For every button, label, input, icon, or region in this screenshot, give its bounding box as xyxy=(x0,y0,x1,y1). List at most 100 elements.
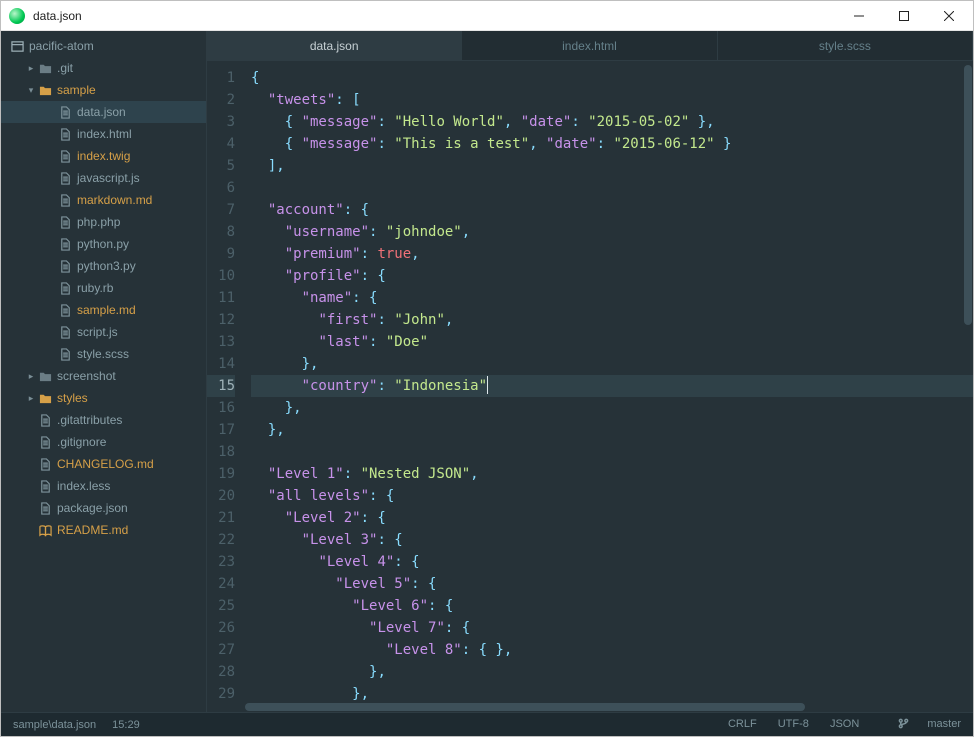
code-line[interactable]: "Level 5": { xyxy=(251,573,973,595)
minimize-button[interactable] xyxy=(836,2,881,30)
file-icon xyxy=(57,348,73,361)
project-root[interactable]: pacific-atom xyxy=(1,35,206,57)
folder-icon xyxy=(37,84,53,97)
file-icon xyxy=(57,216,73,229)
code-line[interactable]: "tweets": [ xyxy=(251,89,973,111)
code-line[interactable]: "Level 6": { xyxy=(251,595,973,617)
code-line[interactable]: }, xyxy=(251,419,973,441)
tree-item[interactable]: php.php xyxy=(1,211,206,233)
status-branch[interactable]: master xyxy=(880,718,961,730)
code-line[interactable]: "first": "John", xyxy=(251,309,973,331)
code-line[interactable]: "Level 3": { xyxy=(251,529,973,551)
status-cursor[interactable]: 15:29 xyxy=(112,719,140,731)
code-line[interactable]: "profile": { xyxy=(251,265,973,287)
line-number: 25 xyxy=(207,595,235,617)
code-line[interactable]: "name": { xyxy=(251,287,973,309)
tree-item-label: php.php xyxy=(77,215,120,229)
code-line[interactable]: { xyxy=(251,67,973,89)
code-line[interactable]: "Level 7": { xyxy=(251,617,973,639)
status-encoding[interactable]: UTF-8 xyxy=(778,718,809,730)
code-area[interactable]: { "tweets": [ { "message": "Hello World"… xyxy=(243,61,973,712)
status-path[interactable]: sample\data.json xyxy=(13,719,96,731)
code-line[interactable]: "premium": true, xyxy=(251,243,973,265)
text-cursor xyxy=(487,376,488,394)
tree-item[interactable]: .gitattributes xyxy=(1,409,206,431)
file-icon xyxy=(57,282,73,295)
code-line[interactable]: ], xyxy=(251,155,973,177)
status-eol[interactable]: CRLF xyxy=(728,718,757,730)
editor-tab[interactable]: data.json xyxy=(207,31,462,60)
window-title: data.json xyxy=(33,9,82,23)
line-number: 6 xyxy=(207,177,235,199)
tree-item[interactable]: style.scss xyxy=(1,343,206,365)
tree-item[interactable]: data.json xyxy=(1,101,206,123)
tree-item[interactable]: script.js xyxy=(1,321,206,343)
tree-item[interactable]: index.html xyxy=(1,123,206,145)
tree-item-label: styles xyxy=(57,391,88,405)
code-line[interactable]: "username": "johndoe", xyxy=(251,221,973,243)
editor-tab[interactable]: style.scss xyxy=(718,31,973,60)
line-number: 24 xyxy=(207,573,235,595)
maximize-button[interactable] xyxy=(881,2,926,30)
tree-item[interactable]: index.less xyxy=(1,475,206,497)
tree-item[interactable]: ▾sample xyxy=(1,79,206,101)
tree-item[interactable]: ruby.rb xyxy=(1,277,206,299)
file-tree-sidebar[interactable]: pacific-atom ▸.git▾sampledata.jsonindex.… xyxy=(1,31,207,712)
file-icon xyxy=(57,128,73,141)
code-line[interactable]: }, xyxy=(251,353,973,375)
tree-item[interactable]: .gitignore xyxy=(1,431,206,453)
line-number: 1 xyxy=(207,67,235,89)
tree-item[interactable]: index.twig xyxy=(1,145,206,167)
tree-item-label: markdown.md xyxy=(77,193,152,207)
tree-item[interactable]: ▸.git xyxy=(1,57,206,79)
tree-item[interactable]: python3.py xyxy=(1,255,206,277)
tree-item[interactable]: markdown.md xyxy=(1,189,206,211)
line-number: 12 xyxy=(207,309,235,331)
code-line[interactable]: "Level 2": { xyxy=(251,507,973,529)
tree-item-label: style.scss xyxy=(77,347,129,361)
code-line[interactable]: { "message": "Hello World", "date": "201… xyxy=(251,111,973,133)
tree-item[interactable]: ▸screenshot xyxy=(1,365,206,387)
tree-item[interactable]: python.py xyxy=(1,233,206,255)
tree-item[interactable]: package.json xyxy=(1,497,206,519)
line-number: 14 xyxy=(207,353,235,375)
tree-item-label: package.json xyxy=(57,501,128,515)
tree-item[interactable]: CHANGELOG.md xyxy=(1,453,206,475)
tree-item-label: screenshot xyxy=(57,369,116,383)
vertical-scrollbar[interactable] xyxy=(963,61,973,712)
close-button[interactable] xyxy=(926,2,971,30)
code-line[interactable]: "last": "Doe" xyxy=(251,331,973,353)
file-icon xyxy=(37,502,53,515)
code-line[interactable] xyxy=(251,441,973,463)
editor-tab[interactable]: index.html xyxy=(462,31,717,60)
folder-icon xyxy=(37,370,53,383)
line-number: 10 xyxy=(207,265,235,287)
code-line[interactable]: "country": "Indonesia" xyxy=(251,375,973,397)
code-editor[interactable]: 1234567891011121314151617181920212223242… xyxy=(207,61,973,712)
code-line[interactable]: "Level 1": "Nested JSON", xyxy=(251,463,973,485)
line-number: 28 xyxy=(207,661,235,683)
horizontal-scroll-thumb[interactable] xyxy=(245,703,805,711)
line-number: 26 xyxy=(207,617,235,639)
code-line[interactable] xyxy=(251,177,973,199)
tree-item[interactable]: javascript.js xyxy=(1,167,206,189)
file-icon xyxy=(57,238,73,251)
line-number: 5 xyxy=(207,155,235,177)
vertical-scroll-thumb[interactable] xyxy=(964,65,972,325)
file-icon xyxy=(57,326,73,339)
code-line[interactable]: { "message": "This is a test", "date": "… xyxy=(251,133,973,155)
app-logo-icon xyxy=(9,8,25,24)
tree-item-label: javascript.js xyxy=(77,171,140,185)
tree-item[interactable]: ▸styles xyxy=(1,387,206,409)
file-icon xyxy=(57,194,73,207)
code-line[interactable]: "Level 4": { xyxy=(251,551,973,573)
horizontal-scrollbar[interactable] xyxy=(243,702,963,712)
code-line[interactable]: "Level 8": { }, xyxy=(251,639,973,661)
code-line[interactable]: "account": { xyxy=(251,199,973,221)
tree-item[interactable]: sample.md xyxy=(1,299,206,321)
code-line[interactable]: }, xyxy=(251,661,973,683)
tree-item[interactable]: README.md xyxy=(1,519,206,541)
code-line[interactable]: }, xyxy=(251,397,973,419)
code-line[interactable]: "all levels": { xyxy=(251,485,973,507)
status-language[interactable]: JSON xyxy=(830,718,859,730)
